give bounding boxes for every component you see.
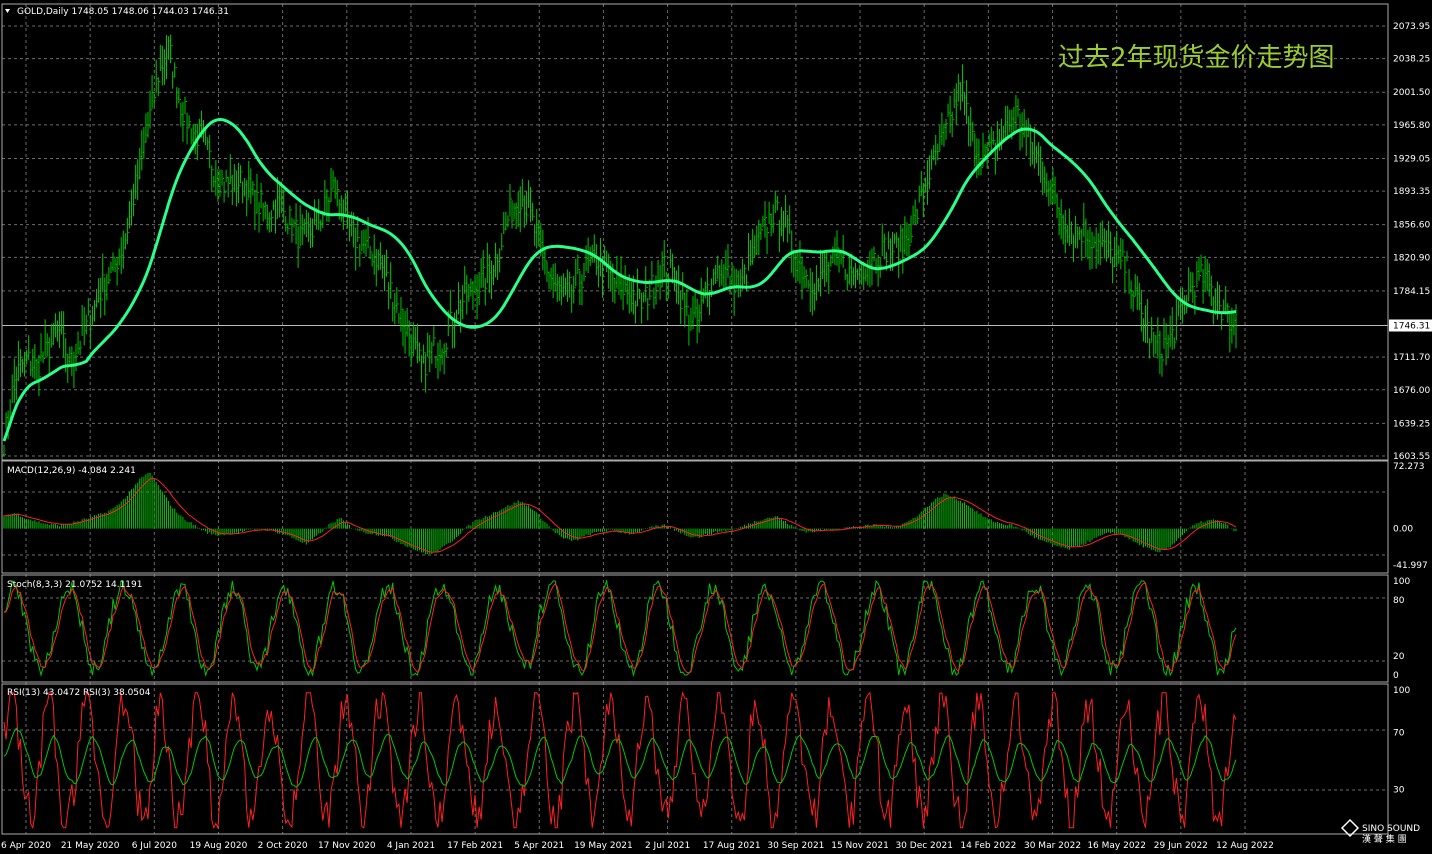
date-tick-label: 6 Apr 2020	[1, 841, 51, 851]
price-tick-label: 1893.35	[1393, 187, 1430, 197]
date-tick-label: 2 Oct 2020	[258, 841, 308, 851]
macd-tick-label: -41.997	[1393, 561, 1428, 571]
stoch-tick-label: 100	[1393, 577, 1410, 587]
price-tick-label: 2038.25	[1393, 55, 1430, 65]
date-tick-label: 17 Nov 2020	[318, 841, 376, 851]
date-tick-label: 17 Feb 2021	[447, 841, 503, 851]
date-tick-label: 21 May 2020	[61, 841, 120, 851]
date-tick-label: 30 Mar 2022	[1024, 841, 1081, 851]
price-tick-label: 1676.00	[1393, 386, 1430, 396]
date-tick-label: 2 Jul 2021	[645, 841, 690, 851]
date-tick-label: 12 Aug 2022	[1216, 841, 1274, 851]
price-bars	[2, 34, 1237, 456]
price-tick-label: 1965.80	[1393, 121, 1430, 131]
stoch-label: Stoch(8,3,3) 21.0752 14.1191	[7, 580, 142, 590]
stoch-d-line	[3, 582, 1237, 674]
macd-histogram	[3, 472, 1237, 555]
price-tick-label: 2073.95	[1393, 22, 1430, 32]
date-tick-label: 19 May 2021	[574, 841, 633, 851]
date-tick-label: 30 Dec 2021	[895, 841, 953, 851]
moving-average-path	[2, 117, 1237, 442]
date-tick-label: 29 Jun 2022	[1154, 841, 1208, 851]
symbol-info: GOLD,Daily 1748.05 1748.06 1744.03 1746.…	[17, 7, 229, 17]
logo-line2: 漢 聲 集 團	[1362, 833, 1407, 845]
macd-panel-frame	[1, 460, 1389, 574]
date-tick-label: 15 Nov 2021	[831, 841, 889, 851]
price-tick-label: 1784.15	[1393, 287, 1430, 297]
price-tick-label: 2001.50	[1393, 88, 1430, 98]
price-tick-label: 1639.25	[1393, 419, 1430, 429]
price-tick-label: 1856.60	[1393, 221, 1430, 231]
rsi-tick-label: 30	[1393, 785, 1405, 795]
logo-line1: SINO SOUND	[1362, 824, 1420, 834]
overlay-title: 过去2年现货金价走势图	[1058, 43, 1335, 73]
date-tick-label: 4 Jan 2021	[387, 841, 435, 851]
price-tick-label: 1929.05	[1393, 154, 1430, 164]
stoch-tick-label: 0	[1393, 671, 1399, 681]
stoch-tick-label: 20	[1393, 652, 1405, 662]
rsi-lines	[3, 691, 1237, 830]
macd-tick-label: 72.273	[1393, 462, 1425, 472]
price-tick-label: 1820.90	[1393, 253, 1430, 263]
date-tick-label: 14 Feb 2022	[960, 841, 1016, 851]
date-tick-label: 17 Aug 2021	[703, 841, 761, 851]
rsi-tick-label: 100	[1393, 686, 1410, 696]
date-tick-label: 19 Aug 2020	[190, 841, 248, 851]
macd-tick-label: 0.00	[1393, 525, 1413, 535]
collapse-triangle-icon[interactable]	[5, 9, 10, 13]
rsi-tick-label: 70	[1393, 729, 1405, 739]
gold-daily-chart[interactable]: 2073.95 2038.25 2001.50 1965.80 1929.05 1893.…	[0, 0, 1432, 854]
date-tick-label: 16 May 2022	[1087, 841, 1146, 851]
date-tick-label: 5 Apr 2021	[514, 841, 564, 851]
moving-average-line	[2, 117, 1237, 442]
sino-sound-logo: SINO SOUND 漢 聲 集 團	[1340, 818, 1420, 845]
macd-label: MACD(12,26,9) -4.084 2.241	[7, 466, 136, 476]
date-tick-label: 6 Jul 2020	[132, 841, 177, 851]
price-tick-label: 1711.70	[1393, 353, 1430, 363]
price-tick-label: 1603.55	[1393, 452, 1430, 462]
price-tick-label: 1746.31	[1393, 322, 1430, 332]
rsi-label: RSI(13) 43.0472 RSI(3) 38.0504	[7, 688, 151, 698]
stoch-tick-label: 80	[1393, 596, 1405, 606]
date-tick-label: 30 Sep 2021	[767, 841, 824, 851]
